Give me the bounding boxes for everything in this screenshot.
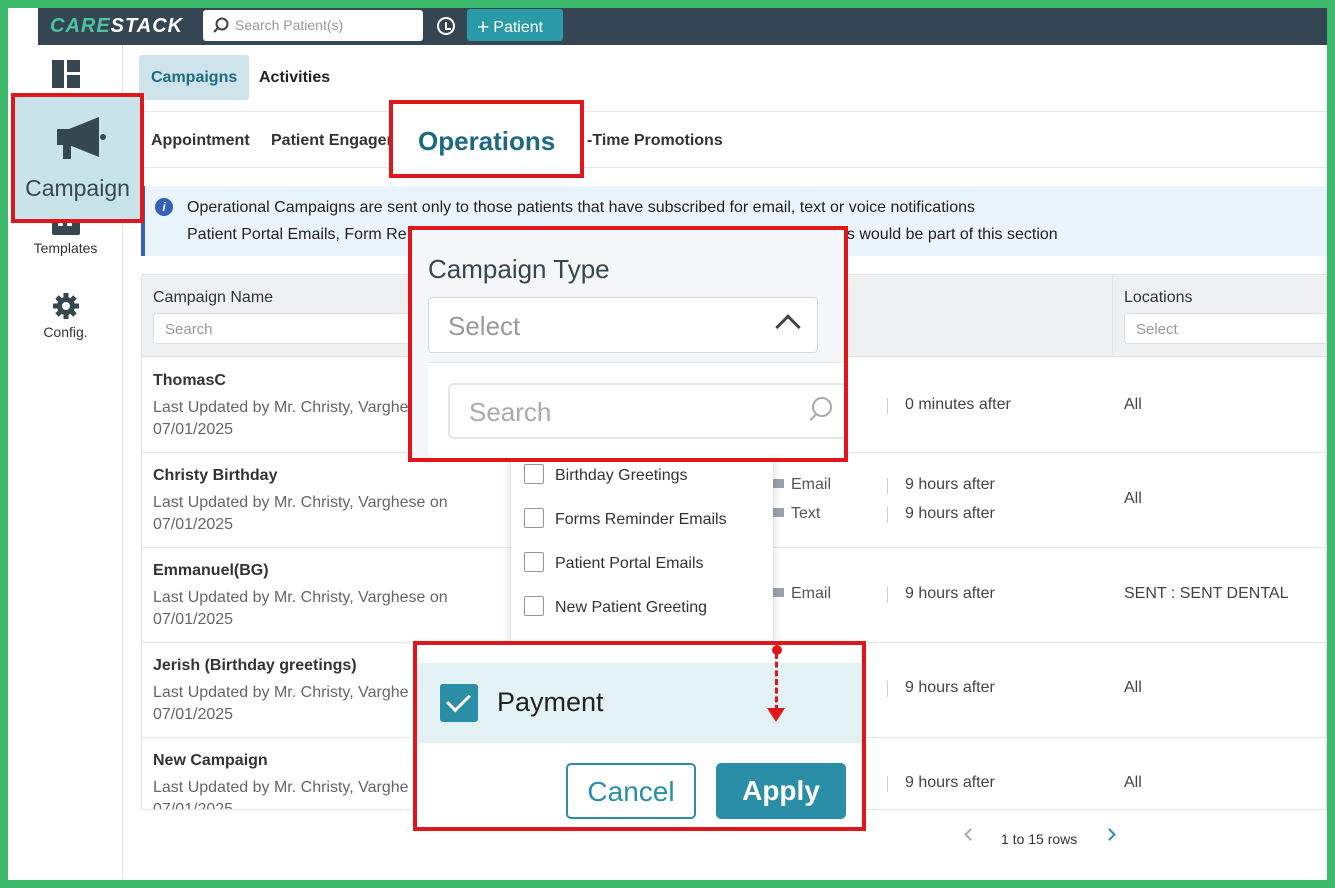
channel-email: Email <box>772 585 831 603</box>
sidebar-item-config[interactable]: Config. <box>8 291 123 340</box>
location-value: All <box>1124 396 1142 413</box>
email-icon <box>772 588 784 597</box>
subtab-one-time-promotions[interactable]: -Time Promotions <box>587 132 723 150</box>
campaign-type-dropdown: Search <box>428 362 844 458</box>
megaphone-icon <box>57 117 106 159</box>
chevron-right-icon[interactable] <box>1103 828 1116 841</box>
patient-search-input[interactable]: Search Patient(s) <box>203 10 423 41</box>
campaign-type-actions: Payment Cancel Apply <box>413 641 866 831</box>
channel-text: Text <box>772 505 820 523</box>
last-updated: Last Updated by Mr. Christy, Varghese on… <box>153 589 448 628</box>
history-icon[interactable] <box>437 17 455 35</box>
top-bar: CARESTACK Search Patient(s) + Patient <box>38 8 1327 45</box>
schedule-time: 0 minutes after <box>905 396 1011 413</box>
dashboard-icon <box>51 60 80 88</box>
app-frame: CARESTACK Search Patient(s) + Patient Tem… <box>8 8 1327 880</box>
location-value: All <box>1124 679 1142 696</box>
campaign-name[interactable]: Christy Birthday <box>153 467 277 485</box>
divider <box>887 681 888 697</box>
pagination-label: 1 to 15 rows <box>1001 831 1078 847</box>
checkbox[interactable] <box>524 552 544 572</box>
divider <box>139 167 1327 168</box>
info-text-line1: Operational Campaigns are sent only to t… <box>187 199 975 216</box>
campaign-type-select[interactable]: Select <box>428 297 818 353</box>
locations-select[interactable]: Select <box>1124 313 1326 344</box>
checkbox[interactable] <box>524 508 544 528</box>
divider <box>887 507 888 523</box>
text-message-icon <box>772 508 784 517</box>
divider <box>887 587 888 603</box>
schedule-time: 9 hours after <box>905 585 995 602</box>
subtab-patient-engagement[interactable]: Patient Engager <box>271 132 393 150</box>
last-updated: Last Updated by Mr. Christy, Varghese on… <box>153 494 448 533</box>
arrow-down-icon <box>767 708 785 722</box>
chevron-up-icon <box>775 314 801 340</box>
carestack-logo: CARESTACK <box>50 15 184 37</box>
apply-button[interactable]: Apply <box>716 763 846 819</box>
location-value: All <box>1124 774 1142 791</box>
schedule-time: 9 hours after <box>905 505 995 522</box>
sidebar-item-dashboard[interactable] <box>8 59 123 92</box>
chevron-left-icon[interactable] <box>964 828 977 841</box>
divider <box>887 398 888 414</box>
checkbox[interactable] <box>524 596 544 616</box>
option-new-patient-greeting[interactable]: New Patient Greeting <box>524 596 707 617</box>
divider <box>887 776 888 792</box>
column-header-locations: Locations <box>1124 289 1193 306</box>
tab-activities[interactable]: Activities <box>247 55 342 100</box>
subtab-operations[interactable]: Operations <box>389 100 584 178</box>
column-header-campaign-name: Campaign Name <box>153 289 274 306</box>
search-icon <box>812 397 832 417</box>
subtab-operations-label: Operations <box>418 126 556 156</box>
schedule-time: 9 hours after <box>905 774 995 791</box>
info-text-line2: Patient Portal Emails, Form Re gs would b… <box>187 226 1058 243</box>
option-forms-reminder-emails[interactable]: Forms Reminder Emails <box>524 508 727 529</box>
location-value: All <box>1124 490 1142 507</box>
sidebar-item-label: Config. <box>43 324 88 340</box>
checkbox[interactable] <box>524 464 544 484</box>
search-icon <box>213 17 229 33</box>
info-icon: i <box>155 198 173 216</box>
sidebar-item-label: Templates <box>33 240 98 256</box>
campaign-name-search-input[interactable]: Search <box>153 313 443 344</box>
tab-campaigns[interactable]: Campaigns <box>139 55 250 100</box>
add-patient-button[interactable]: + Patient <box>467 9 563 41</box>
schedule-time: 9 hours after <box>905 476 995 493</box>
gear-icon <box>52 293 79 319</box>
campaign-type-search-input[interactable]: Search <box>448 383 844 439</box>
email-icon <box>772 479 784 488</box>
campaign-type-options: Birthday Greetings Forms Reminder Emails… <box>511 448 773 648</box>
cancel-button[interactable]: Cancel <box>566 763 696 819</box>
campaign-type-filter: Campaign Type Select Search <box>408 226 848 462</box>
plus-icon: + <box>477 16 490 39</box>
campaign-name[interactable]: New Campaign <box>153 752 268 770</box>
campaign-name[interactable]: ThomasC <box>153 372 226 390</box>
sidebar-item-label: Campaign <box>25 175 130 201</box>
campaign-name[interactable]: Emmanuel(BG) <box>153 562 269 580</box>
option-label: Payment <box>497 687 604 717</box>
channel-email: Email <box>772 476 831 494</box>
campaign-name[interactable]: Jerish (Birthday greetings) <box>153 657 357 675</box>
checkbox-checked[interactable] <box>440 684 478 722</box>
option-birthday-greetings[interactable]: Birthday Greetings <box>524 464 688 485</box>
option-patient-portal-emails[interactable]: Patient Portal Emails <box>524 552 704 573</box>
divider <box>887 478 888 494</box>
sidebar-item-campaign[interactable]: Campaign <box>11 93 144 223</box>
schedule-time: 9 hours after <box>905 679 995 696</box>
option-payment[interactable]: Payment <box>417 663 862 743</box>
divider <box>139 111 1327 112</box>
subtab-appointment[interactable]: Appointment <box>151 132 250 150</box>
annotation-arrow-line <box>775 653 778 711</box>
location-value: SENT : SENT DENTAL <box>1124 585 1289 602</box>
campaign-type-label: Campaign Type <box>428 254 610 284</box>
